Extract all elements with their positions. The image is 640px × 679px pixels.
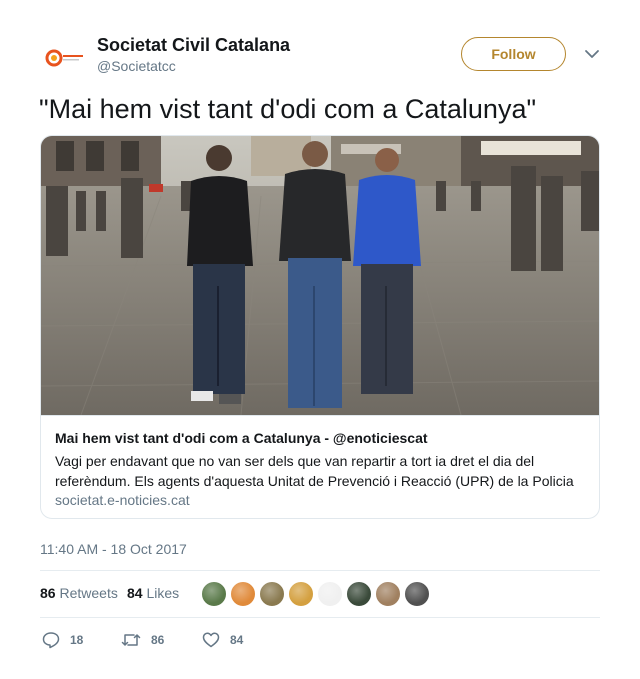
card-body[interactable]: Mai hem vist tant d'odi com a Catalunya …	[41, 415, 599, 518]
account-name[interactable]: Societat Civil Catalana	[97, 35, 290, 56]
account-handle[interactable]: @Societatcc	[97, 58, 176, 74]
liker-avatars	[201, 581, 433, 607]
reply-count: 18	[70, 633, 84, 647]
liker-avatar[interactable]	[201, 581, 227, 607]
retweets-count: 86	[40, 585, 56, 601]
liker-avatar[interactable]	[259, 581, 285, 607]
tweet-actions: 18 86 84	[40, 625, 600, 655]
liker-avatar[interactable]	[317, 581, 343, 607]
reply-button[interactable]: 18	[42, 629, 83, 651]
tweet-text: "Mai hem vist tant d'odi com a Catalunya…	[39, 94, 537, 124]
likes-count: 84	[127, 585, 143, 601]
chevron-down-icon[interactable]	[584, 46, 600, 62]
card-image[interactable]	[41, 136, 599, 415]
retweets-stat[interactable]: 86 Retweets	[40, 585, 118, 601]
liker-avatar[interactable]	[346, 581, 372, 607]
tweet-timestamp[interactable]: 11:40 AM - 18 Oct 2017	[40, 541, 187, 557]
liker-avatar[interactable]	[375, 581, 401, 607]
retweet-icon	[121, 634, 141, 646]
likes-stat[interactable]: 84 Likes	[127, 585, 179, 601]
engagement-stats: 86 Retweets 84 Likes	[40, 571, 600, 617]
account-avatar[interactable]	[40, 34, 88, 82]
like-button[interactable]: 84	[202, 629, 243, 651]
like-count: 84	[230, 633, 244, 647]
liker-avatar[interactable]	[230, 581, 256, 607]
card-description: Vagi per endavant que no van ser dels qu…	[55, 453, 574, 489]
heart-icon	[202, 632, 220, 648]
tweet-header: Societat Civil Catalana @Societatcc Foll…	[40, 32, 600, 82]
card-title[interactable]: Mai hem vist tant d'odi com a Catalunya …	[55, 430, 428, 446]
street-photo-icon	[41, 136, 599, 415]
reply-icon	[42, 632, 60, 649]
retweets-label: Retweets	[59, 585, 118, 601]
link-card[interactable]: Mai hem vist tant d'odi com a Catalunya …	[40, 135, 600, 519]
likes-label: Likes	[146, 585, 180, 601]
divider	[40, 617, 600, 618]
societat-civil-catalana-logo-icon	[45, 49, 83, 67]
card-domain[interactable]: societat.e-noticies.cat	[55, 492, 190, 508]
liker-avatar[interactable]	[404, 581, 430, 607]
follow-button[interactable]: Follow	[461, 37, 566, 71]
retweet-count: 86	[151, 633, 165, 647]
liker-avatar[interactable]	[288, 581, 314, 607]
retweet-button[interactable]: 86	[121, 629, 164, 651]
